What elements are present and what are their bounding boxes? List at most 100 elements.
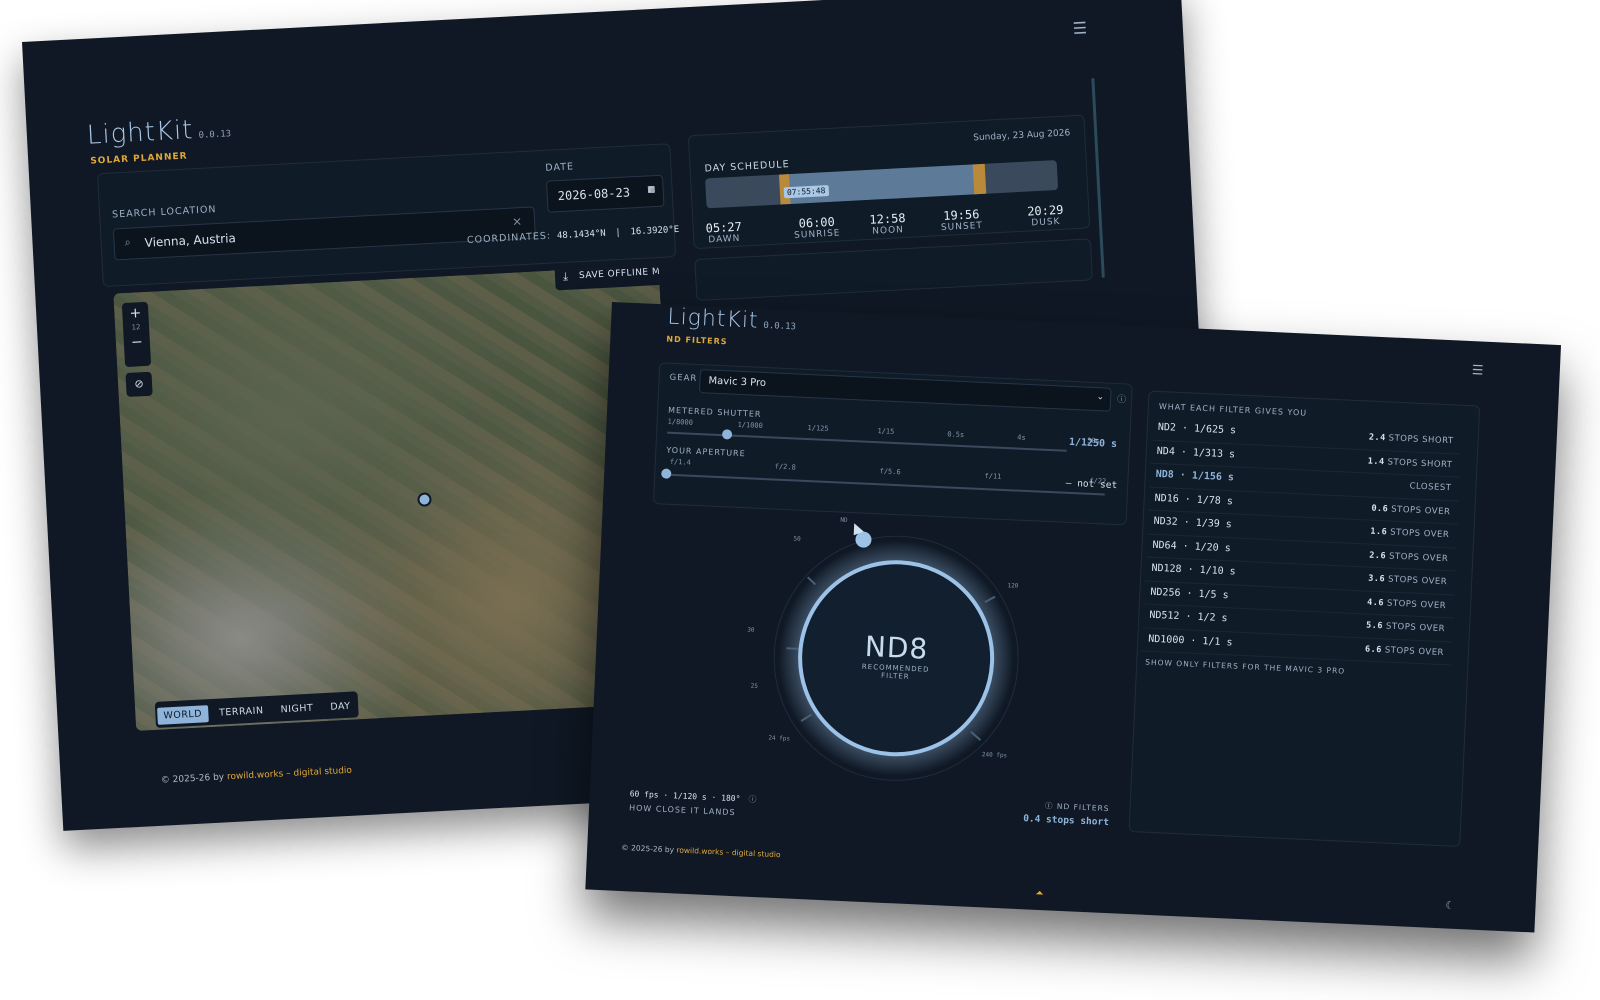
dial-label-120: 120 <box>1007 582 1019 590</box>
shutter-tick-label: 0.5s <box>947 430 965 440</box>
footer-copy: © 2025-26 by <box>621 842 675 855</box>
gear-value: Mavic 3 Pro <box>708 375 767 390</box>
filter-name: ND4 · 1/313 s <box>1156 445 1236 460</box>
filter-stops: 2.4 STOPS SHORT <box>1369 432 1454 446</box>
search-icon: ⌕ <box>124 235 132 249</box>
aperture-slider-thumb[interactable] <box>661 468 672 479</box>
hamburger-icon[interactable]: ☰ <box>1072 18 1087 38</box>
dial-tick <box>786 647 799 650</box>
filter-table-panel: WHAT EACH FILTER GIVES YOU ND2 · 1/625 s… <box>1128 390 1481 848</box>
show-only-toggle[interactable]: SHOW ONLY FILTERS FOR THE MAVIC 3 PRO <box>1145 658 1345 676</box>
filter-name: ND128 · 1/10 s <box>1151 562 1236 578</box>
filter-name: ND512 · 1/2 s <box>1149 609 1228 625</box>
aperture-tick-label: f/1.4 <box>669 457 692 467</box>
dawn-label: DAWN <box>708 233 741 246</box>
filter-stops-note: STOPS OVER <box>1391 504 1451 517</box>
filter-stops-note: STOPS SHORT <box>1388 433 1454 447</box>
filter-stops: 1.4 STOPS SHORT <box>1368 456 1453 470</box>
footer-studio-link[interactable]: rowild.works – digital studio <box>676 845 781 859</box>
date-input[interactable]: 2026-08-23 ▦ <box>545 174 665 213</box>
filter-stops: 4.6 STOPS OVER <box>1367 597 1446 611</box>
theme-toggle-icon[interactable]: ☾ <box>1445 900 1454 911</box>
filter-stops-value: 2.6 <box>1369 550 1387 561</box>
filter-stops: CLOSEST <box>1406 481 1451 493</box>
nd-filters-window: LightKit 0.0.13 ND FILTERS ☰ GEAR Mavic 3… <box>585 302 1562 933</box>
aperture-tick-label: f/5.6 <box>879 467 901 477</box>
app-logo: LightKit 0.0.13 <box>86 113 232 151</box>
shutter-tick-label: 1/125 <box>807 424 829 433</box>
filter-stops-value: 3.6 <box>1368 573 1386 585</box>
recommended-filter: ND8 RECOMMENDED FILTER <box>845 629 947 682</box>
hamburger-icon[interactable]: ☰ <box>1471 363 1483 379</box>
filter-name: ND8 · 1/156 s <box>1155 468 1235 484</box>
aperture-tick-label: f/2.8 <box>774 462 796 472</box>
shutter-slider-thumb[interactable] <box>721 429 733 440</box>
result-summary: ⓘ ND FILTERS 0.4 stops short <box>1009 799 1110 828</box>
info-icon[interactable]: ⓘ <box>748 795 756 804</box>
shutter-tick-label: 1/1000 <box>737 420 764 430</box>
filter-stops-note: STOPS OVER <box>1385 621 1446 635</box>
filter-stops-note: STOPS OVER <box>1386 597 1447 611</box>
filter-stops-value: 1.6 <box>1370 526 1388 538</box>
location-marker[interactable] <box>417 492 432 507</box>
aperture-tick-label: f/11 <box>984 472 1002 481</box>
zoom-in-button[interactable]: + <box>122 304 149 323</box>
filter-name: ND2 · 1/625 s <box>1157 421 1237 437</box>
clear-icon[interactable]: × <box>512 214 523 229</box>
filter-stops-note: CLOSEST <box>1409 481 1452 494</box>
app-name: LightKit <box>666 304 760 334</box>
filter-stops: 0.6 STOPS OVER <box>1371 503 1450 517</box>
scrollbar[interactable] <box>1091 77 1105 278</box>
layer-night[interactable]: NIGHT <box>274 699 320 718</box>
layer-day[interactable]: DAY <box>324 697 357 716</box>
longitude: 16.3920°E <box>630 224 680 238</box>
save-offline-map-button[interactable]: ⤓ SAVE OFFLINE MAP <box>554 264 680 291</box>
info-icon[interactable]: ⓘ <box>1045 801 1057 811</box>
filter-stops-note: STOPS OVER <box>1384 644 1445 658</box>
search-value: Vienna, Austria <box>144 231 237 250</box>
golden-hour-evening <box>972 163 987 195</box>
filter-name: ND32 · 1/39 s <box>1153 515 1233 531</box>
event-sunset: 19:56 SUNSET <box>940 207 983 233</box>
hide-overlay-button[interactable]: ⊘ <box>125 371 153 398</box>
brand-mark-icon: ⏶ <box>1035 887 1044 900</box>
readout-caption: HOW CLOSE IT LANDS <box>628 803 736 818</box>
app-logo: LightKit 0.0.13 <box>667 305 797 336</box>
zoom-out-button[interactable]: − <box>123 332 150 353</box>
event-dusk: 20:29 DUSK <box>1027 203 1064 229</box>
layer-terrain[interactable]: TERRAIN <box>213 702 270 722</box>
layer-world[interactable]: WORLD <box>157 705 209 725</box>
recommended-filter-value: ND8 <box>864 629 929 666</box>
filter-stops-value: 2.4 <box>1368 432 1386 444</box>
calendar-icon[interactable]: ▦ <box>648 182 655 195</box>
coord-separator: | <box>616 227 620 239</box>
page-subtitle: ND FILTERS <box>666 334 728 347</box>
table-title: WHAT EACH FILTER GIVES YOU <box>1158 401 1308 418</box>
info-icon[interactable]: ⓘ <box>1117 392 1127 405</box>
result-label: ⓘ ND FILTERS <box>1009 799 1110 815</box>
noon-label: NOON <box>872 225 905 237</box>
result-label-text: ND FILTERS <box>1056 801 1110 814</box>
filter-stops: 1.6 STOPS OVER <box>1370 527 1449 541</box>
app-version: 0.0.13 <box>198 129 232 141</box>
controls-panel: GEAR Mavic 3 Pro ⌄ ⓘ METERED SHUTTER 1/8… <box>652 362 1133 526</box>
shutter-tick-label: 4s <box>1017 433 1026 442</box>
filter-name: ND16 · 1/78 s <box>1154 492 1234 507</box>
filter-name: ND64 · 1/20 s <box>1152 539 1231 554</box>
search-label: SEARCH LOCATION <box>111 204 217 221</box>
dial-label-50: 50 <box>793 535 801 543</box>
footer: © 2025-26 by rowild.works – digital stud… <box>161 766 353 786</box>
page-subtitle: SOLAR PLANNER <box>90 151 188 167</box>
secondary-panel <box>694 238 1093 302</box>
footer-studio-link[interactable]: rowild.works – digital studio <box>227 766 352 783</box>
footer: © 2025-26 by rowild.works – digital stud… <box>621 843 781 859</box>
footer-copy: © 2025-26 by <box>160 772 225 786</box>
schedule-date: Sunday, 23 Aug 2026 <box>973 128 1071 144</box>
eye-off-icon: ⊘ <box>134 377 144 391</box>
filter-stops: 5.6 STOPS OVER <box>1366 621 1445 635</box>
chevron-down-icon: ⌄ <box>1096 392 1105 403</box>
dial-label-25: 25 <box>750 682 759 691</box>
shutter-label: METERED SHUTTER <box>667 405 762 419</box>
gear-select[interactable]: Mavic 3 Pro ⌄ <box>698 369 1112 412</box>
event-noon: 12:58 NOON <box>869 211 906 237</box>
